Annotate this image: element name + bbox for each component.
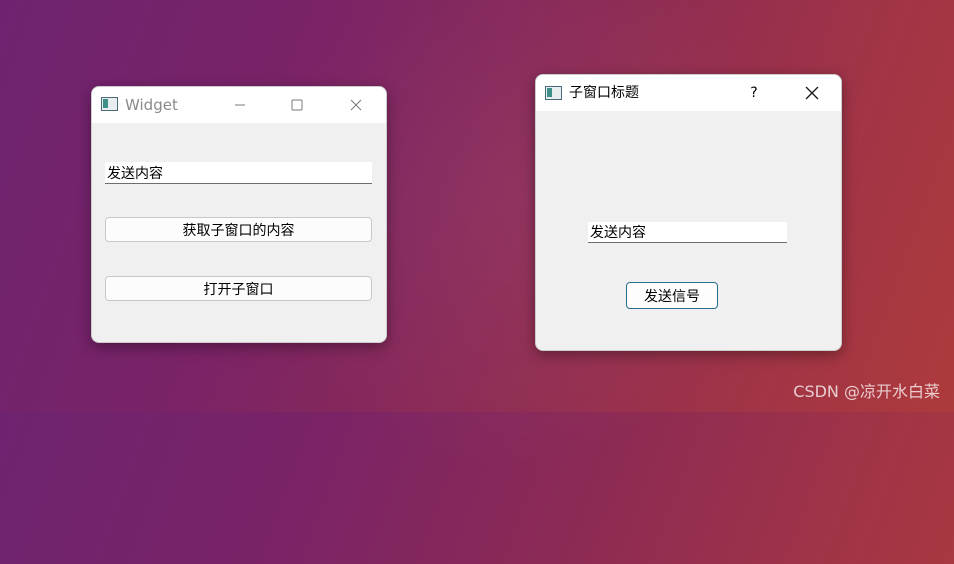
child-dialog-window: 子窗口标题 ? 发送信号	[535, 74, 842, 351]
send-signal-button[interactable]: 发送信号	[626, 282, 718, 309]
help-icon: ?	[750, 85, 758, 101]
widget-window: Widget 获取子窗口的内容 打开子窗口	[91, 86, 387, 343]
minimize-button[interactable]	[230, 95, 250, 115]
close-icon	[805, 86, 819, 100]
app-window-icon	[101, 97, 118, 111]
maximize-icon	[291, 99, 303, 111]
close-button[interactable]	[802, 83, 822, 103]
app-window-icon	[545, 86, 562, 100]
minimize-icon	[235, 104, 245, 106]
help-button[interactable]: ?	[744, 83, 764, 103]
close-icon	[350, 99, 362, 111]
open-child-window-button[interactable]: 打开子窗口	[105, 276, 372, 301]
child-dialog-title: 子窗口标题	[569, 85, 639, 101]
widget-line-edit[interactable]	[105, 162, 372, 184]
close-button[interactable]	[346, 95, 366, 115]
watermark: CSDN @凉开水白菜	[793, 382, 940, 401]
widget-titlebar[interactable]: Widget	[92, 87, 386, 123]
maximize-button[interactable]	[287, 95, 307, 115]
child-line-edit[interactable]	[588, 222, 787, 243]
get-child-content-button[interactable]: 获取子窗口的内容	[105, 217, 372, 242]
child-dialog-titlebar[interactable]: 子窗口标题 ?	[536, 75, 841, 111]
widget-title: Widget	[125, 96, 178, 114]
